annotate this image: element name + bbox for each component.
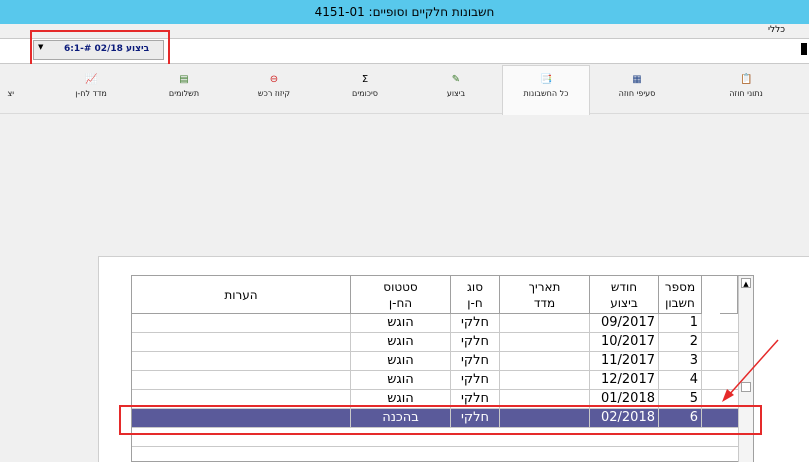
annotation-arrow	[722, 339, 779, 402]
arrow-line	[727, 339, 779, 397]
